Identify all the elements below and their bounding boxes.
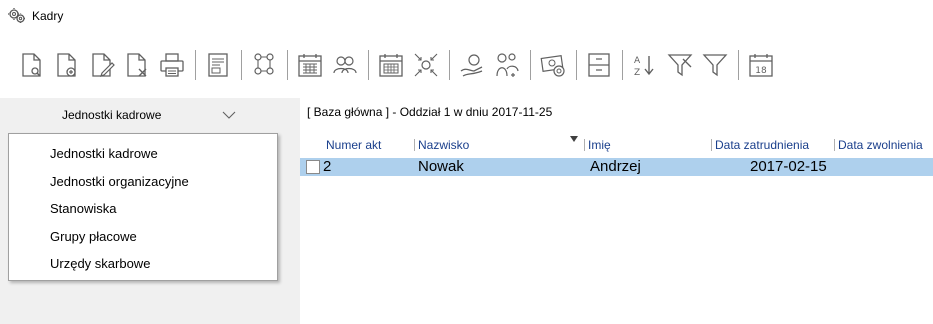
toolbar-separator [449,50,450,80]
medical-button[interactable] [491,47,523,83]
report-button[interactable] [202,47,234,83]
dropdown-item-urzedy-skarbowe[interactable]: Urzędy skarbowe [9,250,277,278]
filter-icon [702,54,728,77]
calendar-day-icon: 18 [749,54,773,77]
org-structure-button[interactable] [248,47,280,83]
column-header-label: Imię [588,138,611,152]
compress-button[interactable] [410,47,442,83]
column-divider [584,139,585,151]
column-header-label: Data zwolnienia [838,138,923,152]
toolbar-separator [195,50,196,80]
dropdown-item-jednostki-organizacyjne[interactable]: Jednostki organizacyjne [9,168,277,196]
print-button[interactable] [156,47,188,83]
cell-numer-akt: 2 [323,158,332,175]
table-row[interactable]: 2 Nowak Andrzej 2017-02-15 [300,158,933,176]
toolbar-separator [576,50,577,80]
unit-type-dropdown: Jednostki kadrowe Jednostki organizacyjn… [8,133,278,281]
column-divider [834,139,835,151]
cell-nazwisko: Nowak [418,158,464,175]
column-header-label: Data zatrudnienia [715,138,810,152]
unit-type-selector[interactable]: Jednostki kadrowe [0,98,300,132]
schedule-icon [379,54,403,77]
svg-text:Z: Z [634,68,640,78]
column-header-numer-akt[interactable]: Numer akt [326,138,381,152]
dropdown-item-jednostki-kadrowe[interactable]: Jednostki kadrowe [9,140,277,168]
column-header-label: Numer akt [326,138,382,152]
people-button[interactable] [329,47,361,83]
payroll-button[interactable] [537,47,569,83]
svg-text:A: A [634,56,641,66]
compress-icon [414,53,438,77]
delete-document-button[interactable] [121,47,153,83]
toolbar-separator [287,50,288,80]
sort-descending-icon [570,136,578,142]
column-divider [414,139,415,151]
print-icon [160,53,184,77]
schedule-button[interactable] [375,47,407,83]
unit-type-selector-label: Jednostki kadrowe [62,108,162,122]
calendar-day-number: 18 [755,66,767,76]
toolbar-separator [738,50,739,80]
calendar-grid-icon [298,54,322,77]
new-document-button[interactable] [51,47,83,83]
preview-document-icon [22,53,41,77]
toolbar-separator [530,50,531,80]
filter-clear-icon [667,54,693,77]
cell-imie: Andrzej [590,158,641,175]
toolbar-separator [368,50,369,80]
title-bar: Kadry [0,0,933,32]
preview-document-button[interactable] [16,47,48,83]
column-header-data-zatrudnienia[interactable]: Data zatrudnienia [711,138,809,152]
new-document-icon [57,53,76,77]
org-structure-icon [254,53,274,75]
filter-clear-button[interactable] [664,47,696,83]
cabinet-icon [588,53,610,77]
column-header-imie[interactable]: Imię [584,138,611,152]
calendar-grid-button[interactable] [294,47,326,83]
filter-button[interactable] [699,47,731,83]
toolbar-separator [622,50,623,80]
delete-document-icon [127,53,147,77]
payroll-icon [540,54,565,77]
column-header-data-zwolnienia[interactable]: Data zwolnienia [834,138,923,152]
calendar-day-button[interactable]: 18 [745,47,777,83]
column-header-label: Nazwisko [418,138,470,152]
column-header-nazwisko[interactable]: Nazwisko [414,138,469,152]
hand-money-button[interactable] [456,47,488,83]
grid-header: Numer akt Nazwisko Imię Data zatrudnieni… [300,136,933,154]
chevron-down-icon [222,111,236,119]
edit-document-icon [92,53,115,77]
window-title: Kadry [32,9,64,23]
dropdown-item-grupy-placowe[interactable]: Grupy płacowe [9,223,277,251]
gears-icon [8,8,25,23]
column-divider [711,139,712,151]
medical-icon [496,53,519,77]
sort-az-icon: AZ [634,56,654,78]
people-icon [333,56,357,74]
context-label: [ Baza główna ] - Oddział 1 w dniu 2017-… [307,105,553,119]
toolbar-separator [241,50,242,80]
dropdown-item-stanowiska[interactable]: Stanowiska [9,195,277,223]
toolbar: AZ 18 [0,40,933,90]
edit-document-button[interactable] [86,47,118,83]
cabinet-button[interactable] [583,47,615,83]
sort-az-button[interactable]: AZ [629,47,661,83]
report-icon [208,53,228,77]
row-checkbox[interactable] [306,160,320,174]
hand-money-icon [460,54,483,77]
cell-data-zatrudnienia: 2017-02-15 [750,158,827,175]
